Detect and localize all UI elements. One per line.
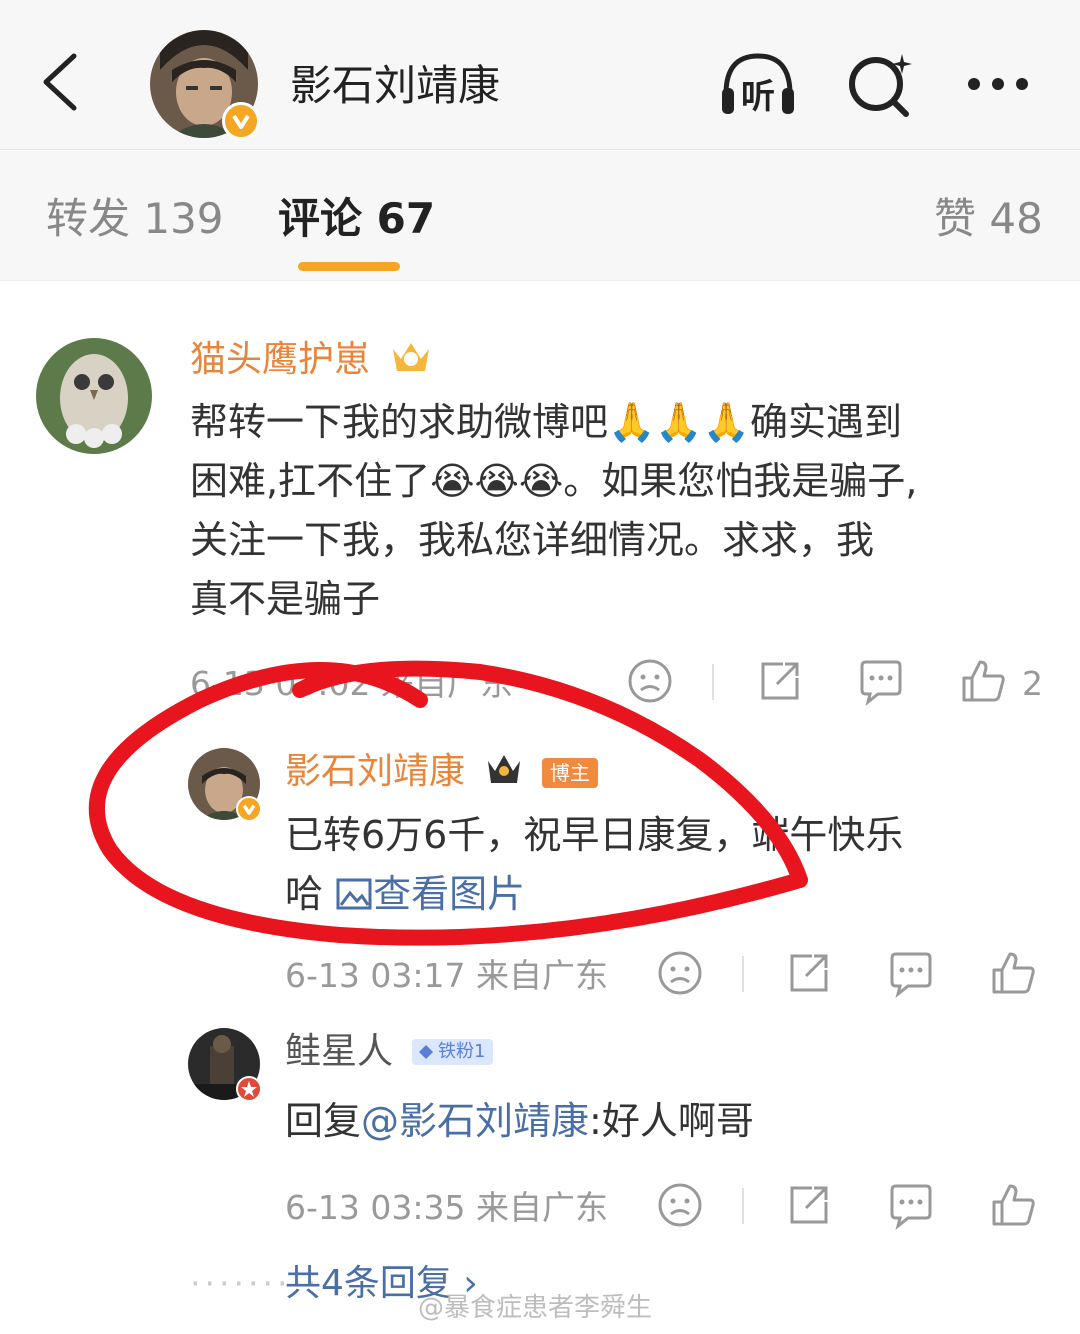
like-count: 2 [1022, 664, 1043, 703]
thumbs-up-icon[interactable] [988, 948, 1038, 998]
comment-bubble-icon[interactable] [886, 1180, 936, 1230]
top-bar: 影石刘靖康 听 [0, 0, 1080, 150]
tab-reposts[interactable]: 转发 139 [46, 191, 224, 247]
comment-bubble-icon[interactable] [856, 656, 906, 706]
reply-avatar[interactable] [188, 1028, 262, 1102]
reply-username[interactable]: 影石刘靖康 博主 [285, 748, 598, 796]
dislike-face-icon[interactable] [655, 948, 705, 998]
crown-icon [488, 755, 521, 783]
more-options-icon[interactable] [958, 48, 1038, 120]
reply-username[interactable]: 鲑星人 [285, 1028, 393, 1076]
comment-time: 6-13 03:02 来自广东 [190, 664, 513, 703]
crown-level-icon [393, 343, 430, 371]
reply-prefix: 回复 [285, 1099, 362, 1143]
listen-headphones-icon[interactable]: 听 [718, 48, 798, 120]
comment-line: 真不是骗子 [190, 577, 381, 621]
comment-line: 困难,扛不住了😭😭😭。如果您怕我是骗子, [190, 459, 918, 503]
reply-name: 影石刘靖康 [285, 751, 466, 792]
search-icon[interactable] [840, 48, 920, 120]
listen-label: 听 [741, 77, 775, 117]
comment-line: 关注一下我，我私您详细情况。求求，我 [190, 518, 875, 562]
comment-bubble-icon[interactable] [886, 948, 936, 998]
reply-time: 6-13 03:17 来自广东 [285, 956, 608, 995]
reply-suffix: :好人啊哥 [589, 1099, 754, 1143]
reply-time: 6-13 03:35 来自广东 [285, 1188, 608, 1227]
reply-avatar[interactable] [188, 748, 262, 822]
reply-text: 回复@影石刘靖康:好人啊哥 [285, 1092, 754, 1151]
share-icon[interactable] [784, 1180, 834, 1230]
dislike-face-icon[interactable] [655, 1180, 705, 1230]
reply-text: 已转6万6千，祝早日康复，端午快乐 哈 查看图片 [285, 806, 1045, 924]
tab-likes[interactable]: 赞 48 [934, 191, 1043, 247]
comment-text: 帮转一下我的求助微博吧🙏🙏🙏确实遇到 困难,扛不住了😭😭😭。如果您怕我是骗子, … [190, 393, 1060, 629]
mention-link[interactable]: @影石刘靖康 [361, 1099, 589, 1143]
commenter-name: 猫头鹰护崽 [190, 339, 371, 380]
reply-line-2: 哈 查看图片 [285, 865, 1045, 924]
share-icon[interactable] [755, 656, 805, 706]
reply-line: 哈 [285, 872, 336, 916]
fan-badge: 铁粉1 [412, 1039, 494, 1065]
diamond-icon [419, 1045, 433, 1059]
star-badge-icon [236, 1076, 262, 1102]
tab-comments[interactable]: 评论 67 [278, 191, 435, 247]
fan-badge-label: 铁粉1 [438, 1041, 486, 1062]
thumbs-up-icon[interactable] [958, 656, 1008, 706]
tab-bar: 转发 139 评论 67 赞 48 [0, 151, 1080, 281]
thumbs-up-icon[interactable] [988, 1180, 1038, 1230]
share-icon[interactable] [784, 948, 834, 998]
avatar-image [36, 338, 152, 454]
dislike-face-icon[interactable] [625, 656, 675, 706]
divider [712, 664, 714, 700]
divider [742, 1188, 744, 1224]
active-tab-indicator [298, 262, 400, 271]
verified-badge-icon [236, 796, 262, 822]
comment-line: 帮转一下我的求助微博吧🙏🙏🙏确实遇到 [190, 400, 902, 444]
view-image-link[interactable]: 查看图片 [335, 872, 525, 916]
page-title: 影石刘靖康 [290, 61, 501, 110]
back-arrow-icon[interactable] [36, 50, 86, 114]
watermark: @暴食症患者李舜生 [418, 1293, 653, 1323]
view-image-label: 查看图片 [373, 872, 526, 916]
commenter-avatar[interactable] [36, 338, 152, 454]
author-badge: 博主 [541, 758, 598, 788]
author-avatar[interactable] [150, 30, 260, 140]
reply-line: 已转6万6千，祝早日康复，端午快乐 [285, 813, 904, 857]
image-icon [336, 878, 372, 910]
divider [742, 956, 744, 992]
commenter-username[interactable]: 猫头鹰护崽 [190, 336, 433, 384]
verified-badge-icon [222, 102, 260, 140]
